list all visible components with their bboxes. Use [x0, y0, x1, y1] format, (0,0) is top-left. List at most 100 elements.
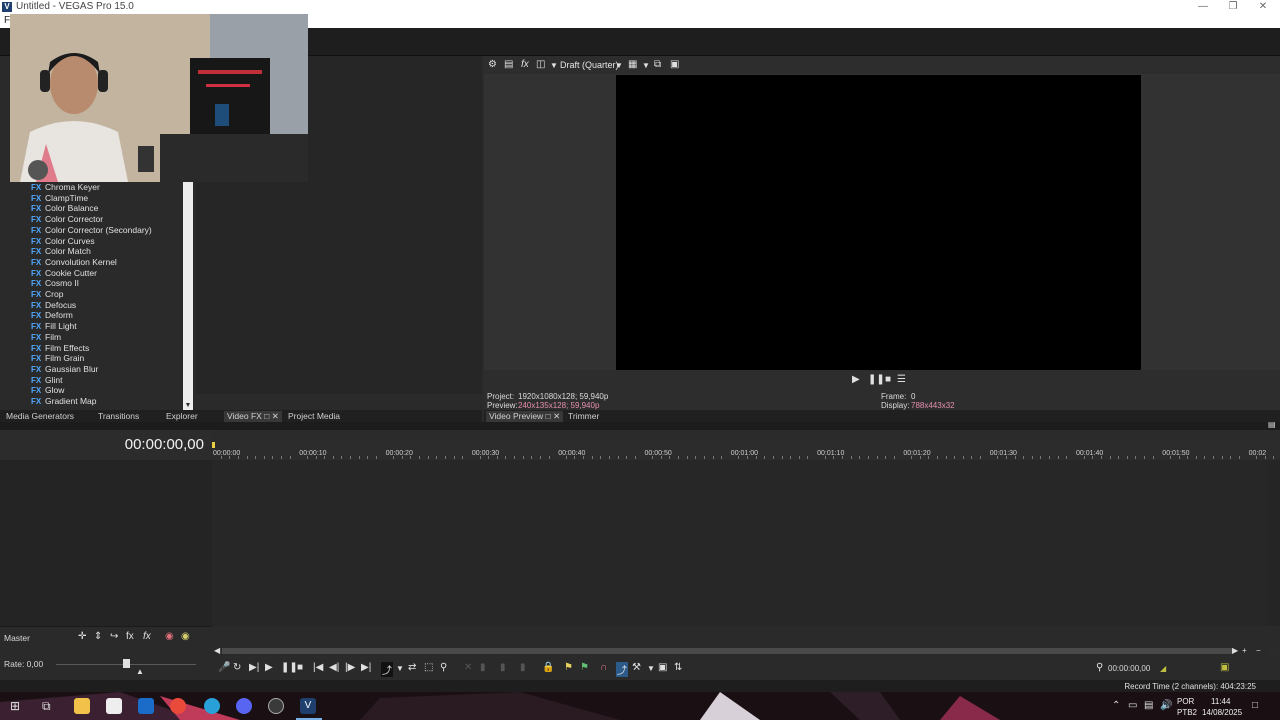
discord-icon[interactable]	[236, 698, 252, 714]
tab-explorer[interactable]: Explorer	[166, 411, 198, 422]
obs-icon[interactable]	[268, 698, 284, 714]
preview-quality-select[interactable]: Draft (Quarter)	[560, 60, 619, 70]
expand-icon[interactable]: ⇕	[94, 631, 102, 642]
language-primary[interactable]: POR	[1177, 697, 1194, 706]
pause-icon[interactable]: ❚❚	[868, 374, 885, 385]
scroll-right-icon[interactable]: ▶	[1232, 646, 1238, 655]
clock-date[interactable]: 14/08/2025	[1202, 708, 1242, 717]
fx-list-item[interactable]: FX Convolution Kernel	[26, 257, 117, 268]
gear-icon[interactable]: ⚙	[488, 59, 497, 70]
grid-chevron-icon[interactable]: ▼	[642, 61, 650, 70]
maximize-icon[interactable]: ❐	[1218, 0, 1248, 14]
fx-list-item[interactable]: FX Defocus	[26, 300, 76, 311]
fx-list-item[interactable]: FX Gradient Map	[26, 396, 97, 407]
play-icon[interactable]: ▶	[265, 662, 273, 673]
tab-video-preview[interactable]: Video Preview □ ✕	[486, 411, 564, 422]
tab-transitions[interactable]: Transitions	[98, 411, 139, 422]
fx-list-item[interactable]: FX Film Effects	[26, 343, 89, 354]
stop-icon[interactable]: ■	[885, 374, 891, 385]
fx-list-item[interactable]: FX Color Match	[26, 246, 91, 257]
menu-icon[interactable]: ☰	[897, 374, 906, 385]
horizontal-scroll-thumb[interactable]	[222, 648, 1232, 654]
auto-ripple-icon[interactable]: ⤴	[616, 662, 628, 677]
undock-preview-icon[interactable]: □	[546, 411, 551, 421]
bus-icon[interactable]: ↪	[110, 631, 118, 642]
snapping-icon[interactable]: ∩	[600, 662, 607, 673]
lock-icon[interactable]: 🔒	[542, 662, 554, 673]
normal-edit-tool-icon[interactable]: ⤴	[381, 662, 393, 677]
zoom-out-icon[interactable]: −	[1256, 646, 1261, 655]
lock-envelopes-icon[interactable]: ▣	[658, 662, 667, 673]
fx-list-item[interactable]: FX Chroma Keyer	[26, 182, 100, 193]
grid-icon[interactable]: ▦	[628, 59, 637, 70]
fit-timeline-icon[interactable]: ▣	[1220, 662, 1229, 673]
play-icon[interactable]: ▶	[852, 374, 860, 385]
play-from-start-icon[interactable]: ▶|	[249, 662, 259, 673]
tab-trimmer[interactable]: Trimmer	[568, 411, 599, 422]
volume-icon[interactable]: 🔊	[1160, 700, 1172, 711]
fx-list-item[interactable]: FX Glow	[26, 385, 64, 396]
move-icon[interactable]: ✛	[78, 631, 86, 642]
go-to-end-icon[interactable]: ▶|	[361, 662, 371, 673]
timeline-divider[interactable]: ▤	[0, 420, 1280, 430]
chevron-down-icon[interactable]: ▼	[550, 61, 558, 70]
fx-list-item[interactable]: FX Cookie Cutter	[26, 268, 97, 279]
loop-icon[interactable]: ↻	[233, 662, 241, 673]
edit-tool-chevron-icon[interactable]: ▼	[396, 664, 404, 673]
copy-snapshot-icon[interactable]: ⧉	[654, 59, 661, 70]
solo-icon[interactable]: ◉	[181, 631, 190, 642]
fx-list-item[interactable]: FX Gaussian Blur	[26, 364, 98, 375]
fx-list-item[interactable]: FX Film Grain	[26, 353, 84, 364]
tab-video-fx[interactable]: Video FX □ ✕	[224, 411, 282, 422]
pause-icon[interactable]: ❚❚	[281, 662, 298, 673]
stop-icon[interactable]: ■	[297, 662, 303, 673]
fx-list-item[interactable]: FX Fill Light	[26, 321, 77, 332]
fx-list-scrollbar[interactable]: ▼	[183, 182, 193, 410]
windows-start-icon[interactable]: ⊞	[10, 699, 20, 713]
go-to-start-icon[interactable]: |◀	[313, 662, 323, 673]
battery-icon[interactable]: ▭	[1128, 700, 1137, 711]
ignore-grouping-icon[interactable]: ⇅	[674, 662, 682, 673]
fx-list-item[interactable]: FX Color Corrector (Secondary)	[26, 225, 152, 236]
timeline-ruler[interactable]: 00:00:00 00:00:10 00:00:20 00:00:30 00:00:40…	[212, 442, 1280, 460]
vegas-taskbar-icon[interactable]: V	[300, 698, 316, 714]
chrome-icon[interactable]	[170, 698, 186, 714]
scroll-thumb[interactable]	[185, 182, 191, 400]
notifications-icon[interactable]: □	[1252, 700, 1258, 711]
fx-list-item[interactable]: FX Cosmo II	[26, 278, 79, 289]
next-frame-icon[interactable]: |▶	[345, 662, 355, 673]
track-fx-icon[interactable]: fx	[143, 631, 151, 642]
show-hidden-icons-chevron-icon[interactable]: ⌃	[1112, 700, 1120, 711]
file-explorer-icon[interactable]	[74, 698, 90, 714]
ripple-chevron-icon[interactable]: ▼	[647, 664, 655, 673]
close-preview-tab-icon[interactable]: ✕	[553, 411, 560, 421]
fx-list-item[interactable]: FX ClampTime	[26, 193, 88, 204]
language-secondary[interactable]: PTB2	[1177, 708, 1197, 717]
edge-icon[interactable]	[204, 698, 220, 714]
fx-icon[interactable]: fx	[521, 59, 529, 70]
marker-icon[interactable]: ⚑	[564, 662, 573, 673]
undock-icon[interactable]: □	[264, 411, 269, 421]
timeline-tracks[interactable]	[212, 460, 1268, 626]
timeline-menu-icon[interactable]: ▤	[1268, 420, 1276, 429]
fx-list-item[interactable]: FX Color Balance	[26, 203, 98, 214]
clock-time[interactable]: 11:44	[1211, 697, 1230, 706]
envelope-tool-icon[interactable]: ⇄	[408, 662, 416, 673]
tab-project-media[interactable]: Project Media	[288, 411, 340, 422]
scroll-left-icon[interactable]: ◀	[214, 646, 220, 655]
task-view-icon[interactable]: ⧉	[42, 699, 51, 714]
selection-tool-icon[interactable]: ⬚	[424, 662, 433, 673]
timeline-vertical-scrollbar[interactable]	[1268, 460, 1280, 626]
bus-fx-icon[interactable]: fx	[126, 631, 134, 642]
split-screen-icon[interactable]: ◫	[536, 59, 545, 70]
close-tab-icon[interactable]: ✕	[272, 411, 279, 421]
minimize-button[interactable]: —	[1188, 0, 1218, 14]
fx-list-item[interactable]: FX Color Corrector	[26, 214, 103, 225]
fx-list-item[interactable]: FX Glint	[26, 375, 62, 386]
tab-media-generators[interactable]: Media Generators	[6, 411, 74, 422]
outlook-icon[interactable]	[138, 698, 154, 714]
mute-icon[interactable]: ◉	[165, 631, 174, 642]
network-icon[interactable]: ▤	[1144, 700, 1153, 711]
delete-icon[interactable]: ✕	[464, 662, 472, 673]
region-icon[interactable]: ⚑	[580, 662, 589, 673]
